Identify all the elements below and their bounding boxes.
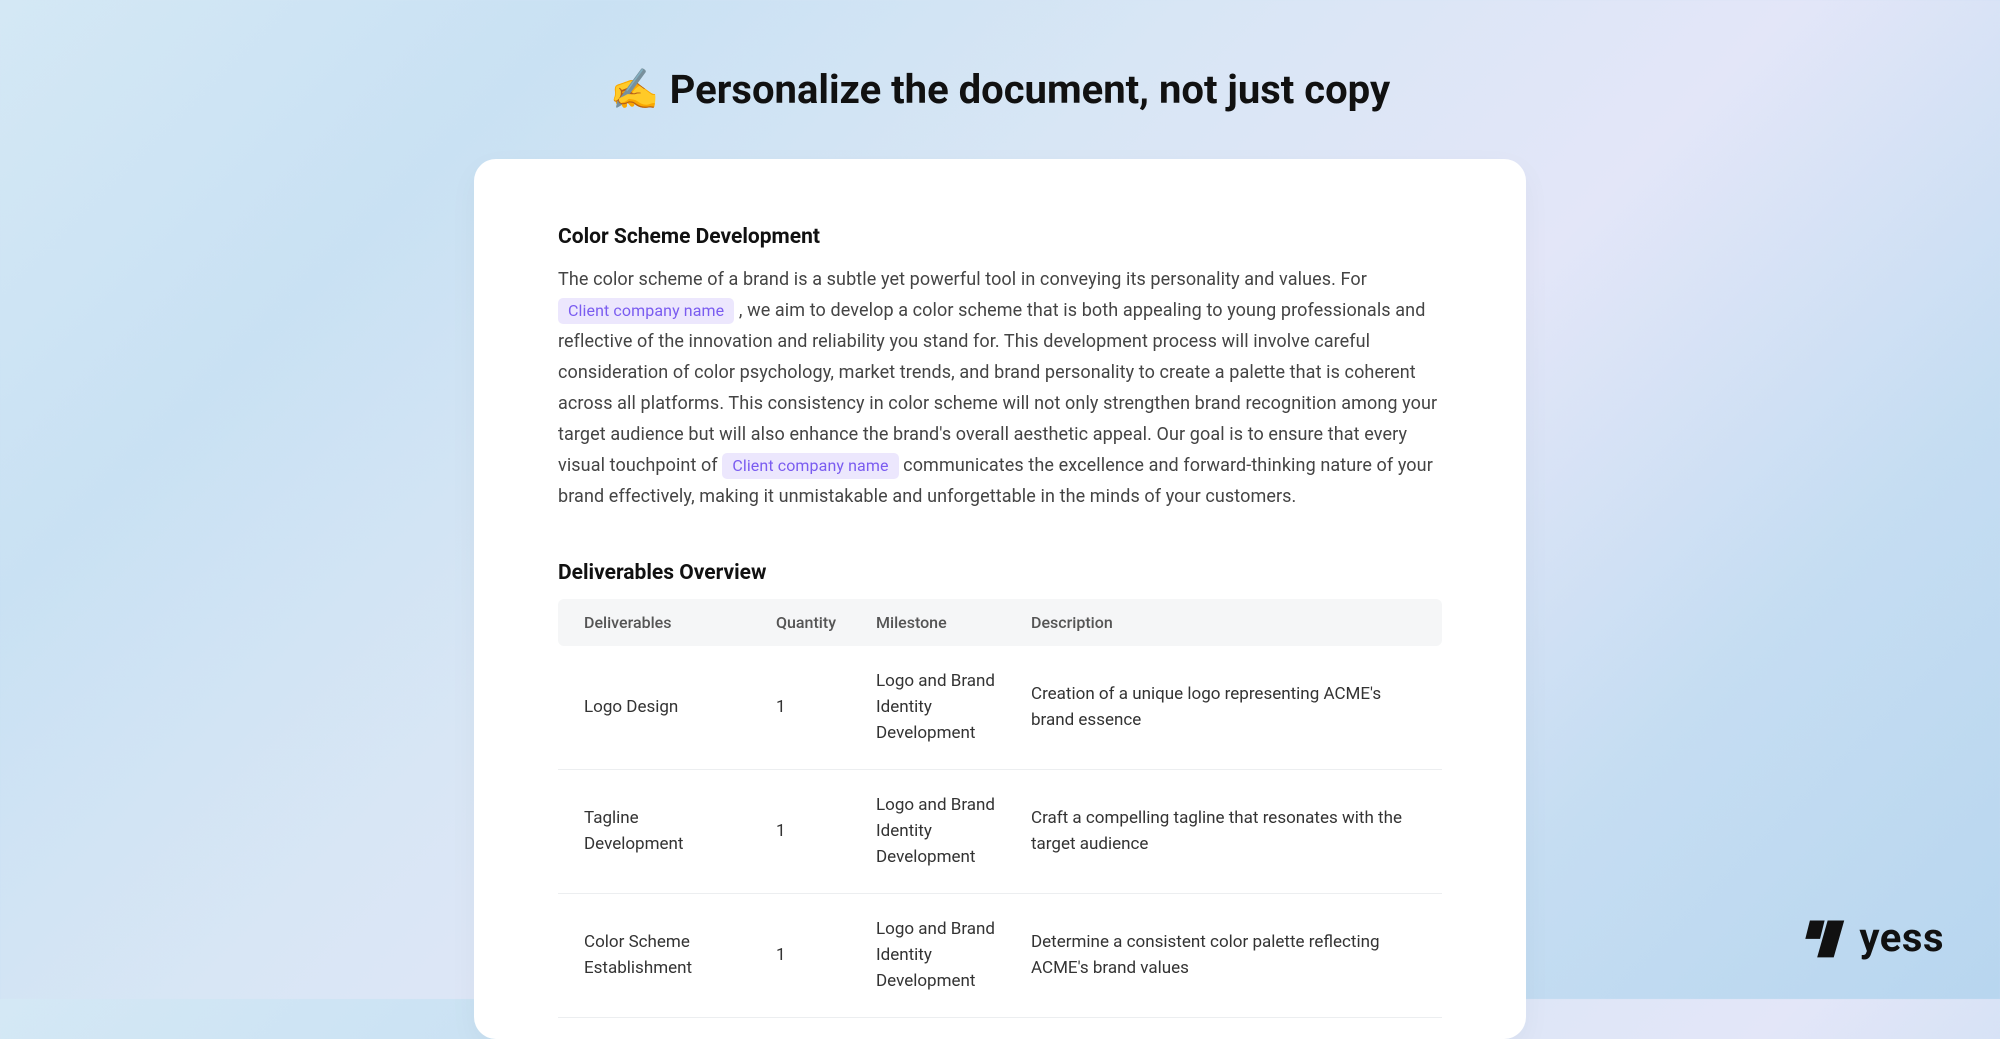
para-text: The color scheme of a brand is a subtle … (558, 269, 1367, 290)
table-row: Logo Design 1 Logo and Brand Identity De… (558, 646, 1442, 770)
table-row: Brand Elements Implementation 5 Brand Id… (558, 1017, 1442, 1039)
cell-milestone: Logo and Brand Identity Development (858, 769, 1013, 893)
para-text: , we aim to develop a color scheme that … (558, 300, 1437, 476)
cell-quantity: 1 (758, 769, 858, 893)
cell-deliverable: Brand Elements Implementation (558, 1017, 758, 1039)
brand-mark-icon (1803, 915, 1849, 961)
page-title-text: Personalize the document, not just copy (670, 66, 1390, 113)
section-heading-deliverables: Deliverables Overview (558, 561, 1442, 585)
writing-hand-icon: ✍️ (610, 66, 660, 113)
col-header-quantity: Quantity (758, 599, 858, 646)
section-body-color-scheme: The color scheme of a brand is a subtle … (558, 265, 1442, 513)
cell-description: Apply finalized brand elements to variou… (1013, 1017, 1442, 1039)
page-title: ✍️ Personalize the document, not just co… (0, 0, 2000, 113)
deliverables-table: Deliverables Quantity Milestone Descript… (558, 599, 1442, 1039)
cell-quantity: 1 (758, 646, 858, 770)
client-name-token[interactable]: Client company name (558, 298, 734, 324)
client-name-token[interactable]: Client company name (722, 453, 898, 479)
table-row: Tagline Development 1 Logo and Brand Ide… (558, 769, 1442, 893)
col-header-milestone: Milestone (858, 599, 1013, 646)
cell-milestone: Brand Identity Finalization (858, 1017, 1013, 1039)
brand-logo: yess (1803, 914, 1944, 961)
document-card: Color Scheme Development The color schem… (474, 159, 1526, 1039)
cell-milestone: Logo and Brand Identity Development (858, 646, 1013, 770)
cell-description: Craft a compelling tagline that resonate… (1013, 769, 1442, 893)
col-header-description: Description (1013, 599, 1442, 646)
cell-description: Creation of a unique logo representing A… (1013, 646, 1442, 770)
cell-quantity: 5 (758, 1017, 858, 1039)
col-header-deliverables: Deliverables (558, 599, 758, 646)
cell-deliverable: Logo Design (558, 646, 758, 770)
section-heading-color-scheme: Color Scheme Development (558, 225, 1442, 249)
table-header-row: Deliverables Quantity Milestone Descript… (558, 599, 1442, 646)
cell-deliverable: Tagline Development (558, 769, 758, 893)
brand-wordmark: yess (1859, 914, 1944, 961)
